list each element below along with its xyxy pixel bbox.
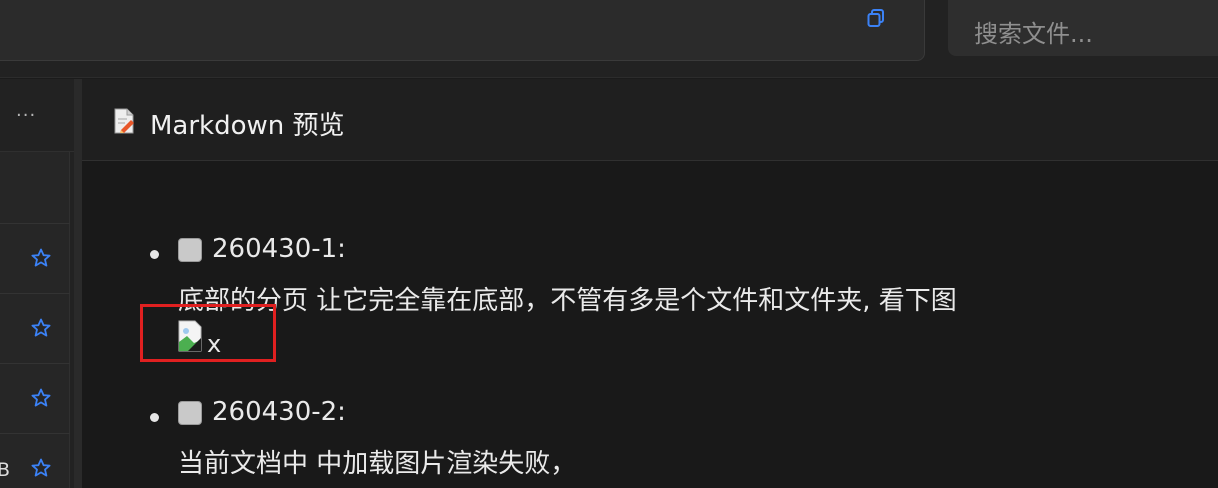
- preview-header: Markdown 预览: [82, 79, 1218, 161]
- star-icon[interactable]: [31, 248, 51, 268]
- more-options-icon[interactable]: ···: [16, 105, 36, 126]
- list-bullet: [150, 413, 159, 422]
- panel-resize-handle[interactable]: [74, 79, 82, 488]
- search-placeholder: 搜索文件...: [974, 20, 1093, 48]
- file-list-panel: ··· B: [0, 79, 74, 488]
- task-title: 260430-2:: [212, 397, 346, 427]
- markdown-document-icon: [114, 108, 134, 134]
- annotation-highlight-box: [140, 304, 276, 362]
- list-item[interactable]: B: [0, 434, 70, 488]
- list-item[interactable]: [0, 224, 70, 294]
- task-checkbox[interactable]: [178, 401, 202, 425]
- list-item-text: B: [0, 459, 11, 481]
- search-input[interactable]: 搜索文件...: [948, 0, 1218, 56]
- list-item[interactable]: [0, 152, 70, 224]
- preview-title: Markdown 预览: [150, 111, 345, 141]
- list-item[interactable]: [0, 294, 70, 364]
- copy-icon[interactable]: [866, 8, 886, 28]
- star-icon[interactable]: [31, 388, 51, 408]
- list-item[interactable]: [0, 364, 70, 434]
- task-title: 260430-1:: [212, 234, 346, 264]
- star-icon[interactable]: [31, 318, 51, 338]
- markdown-preview-panel: Markdown 预览 260430-1: 底部的分页 让它完全靠在底部，不管有…: [82, 79, 1218, 488]
- list-bullet: [150, 250, 159, 259]
- task-description: 当前文档中 中加载图片渲染失败，: [178, 449, 577, 479]
- top-bar: 搜索文件...: [0, 0, 1218, 78]
- task-description: 底部的分页 让它完全靠在底部，不管有多是个文件和文件夹, 看下图: [178, 286, 957, 316]
- star-icon[interactable]: [31, 458, 51, 478]
- file-list: B: [0, 152, 70, 488]
- app-window: 搜索文件... ··· B Markdown 预览 260430-1: 底部的分…: [0, 0, 1218, 488]
- path-field[interactable]: [0, 0, 925, 61]
- task-checkbox[interactable]: [178, 238, 202, 262]
